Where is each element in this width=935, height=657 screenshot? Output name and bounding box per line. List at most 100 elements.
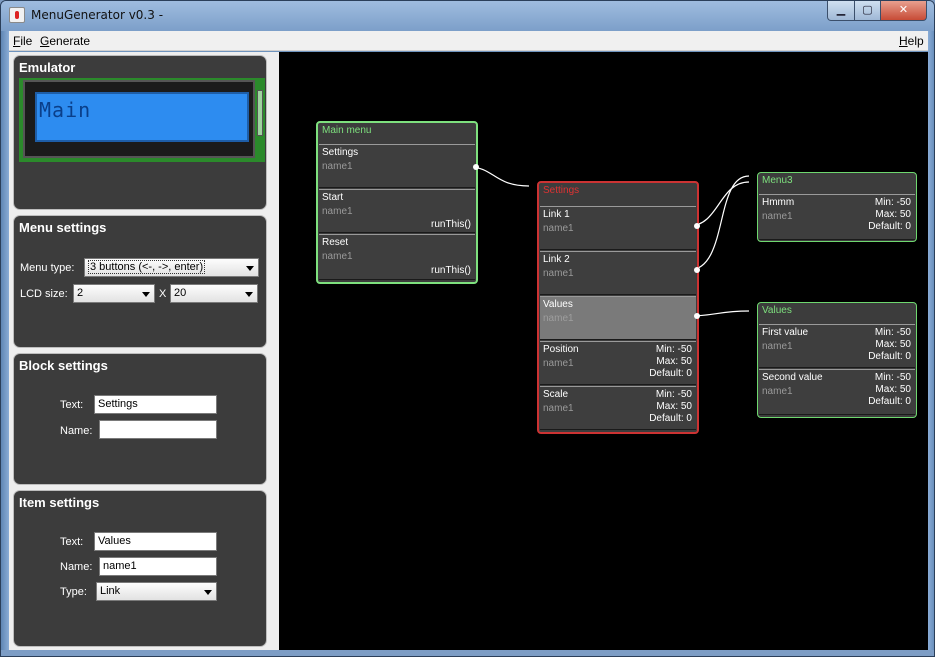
maximize-button[interactable]: ▢ xyxy=(854,1,881,21)
item-name: name1 xyxy=(762,386,793,397)
lcd-text: Main xyxy=(39,98,92,122)
block-title: Main menu xyxy=(322,125,372,136)
menu-type-label: Menu type: xyxy=(20,262,75,274)
window-title: MenuGenerator v0.3 - xyxy=(31,8,164,22)
block-text-field[interactable]: Settings xyxy=(94,395,217,414)
block-settings[interactable]: Settings Link 1 name1 Link 2 name1 Value… xyxy=(537,181,699,434)
settings-pane: Emulator Main Menu settings Menu type: 3… xyxy=(9,52,271,650)
chevron-down-icon xyxy=(246,266,254,271)
item-text: Values xyxy=(543,299,573,310)
item-type-label: Type: xyxy=(60,586,87,598)
item-settings-panel: Item settings Text: Values Name: name1 T… xyxy=(13,490,267,647)
item-text-label: Text: xyxy=(60,536,84,548)
block-settings-panel: Block settings Text: Settings Name: xyxy=(13,353,267,485)
item-text: Second value xyxy=(762,372,823,383)
item-max: Max: 50 xyxy=(875,384,911,395)
item-default: Default: 0 xyxy=(868,221,911,232)
block-text-label: Text: xyxy=(60,399,84,411)
item-text: Start xyxy=(322,192,344,203)
item-min: Min: -50 xyxy=(655,389,692,400)
block-values[interactable]: Values First value name1 Min: -50 Max: 5… xyxy=(757,302,917,418)
menu-item-reset[interactable]: Reset name1 runThis() xyxy=(319,234,475,280)
block-name-field[interactable] xyxy=(99,420,217,439)
item-default: Default: 0 xyxy=(649,413,692,424)
lcd-size-label: LCD size: xyxy=(20,288,68,300)
item-text: Position xyxy=(543,344,579,355)
item-text: Reset xyxy=(322,237,349,248)
item-name-field[interactable]: name1 xyxy=(99,557,217,576)
item-max: Max: 50 xyxy=(656,356,692,367)
lcd-cols-value: 20 xyxy=(174,287,187,299)
menu-item-position[interactable]: Position name1 Min: -50 Max: 50 Default:… xyxy=(540,341,696,385)
item-text: First value xyxy=(762,327,809,338)
item-min: Min: -50 xyxy=(874,372,911,383)
lcd-emulator: Main xyxy=(19,78,265,162)
item-name: name1 xyxy=(762,341,793,352)
item-text-field[interactable]: Values xyxy=(94,532,217,551)
emulator-title: Emulator xyxy=(19,60,76,75)
menu-graph-canvas[interactable]: Main menu Settings name1 Start name1 run… xyxy=(279,52,928,650)
menu-item-first-value[interactable]: First value name1 Min: -50 Max: 50 Defau… xyxy=(759,324,915,368)
chevron-down-icon xyxy=(204,590,212,595)
close-button[interactable]: ✕ xyxy=(880,1,927,21)
menu-item-settings[interactable]: Settings name1 xyxy=(319,144,475,188)
menu-bar: File Generate Help xyxy=(9,31,928,51)
menu-file[interactable]: File xyxy=(13,34,32,48)
block-settings-title: Block settings xyxy=(19,358,108,373)
connector-handle[interactable] xyxy=(473,164,479,170)
lcd-rows-select[interactable]: 2 xyxy=(73,284,155,303)
item-text: Hmmm xyxy=(762,197,795,208)
title-bar[interactable]: MenuGenerator v0.3 - ▁ ▢ ✕ xyxy=(1,1,934,31)
block-title: Menu3 xyxy=(762,175,793,186)
menu-item-hmmm[interactable]: Hmmm name1 Min: -50 Max: 50 Default: 0 xyxy=(759,194,915,240)
item-max: Max: 50 xyxy=(875,209,911,220)
block-main-menu[interactable]: Main menu Settings name1 Start name1 run… xyxy=(316,121,478,284)
menu-type-value: 3 buttons (<-, ->, enter) xyxy=(88,260,206,274)
menu-item-start[interactable]: Start name1 runThis() xyxy=(319,189,475,233)
menu-settings-title: Menu settings xyxy=(19,220,107,235)
connector-handle[interactable] xyxy=(694,313,700,319)
menu-item-link2[interactable]: Link 2 name1 xyxy=(540,251,696,295)
connector-handle[interactable] xyxy=(694,223,700,229)
block-title: Values xyxy=(762,305,792,316)
minimize-button[interactable]: ▁ xyxy=(827,1,855,21)
item-type-value: Link xyxy=(100,585,121,597)
lcd-rows-value: 2 xyxy=(77,287,84,299)
lcd-screen: Main xyxy=(35,92,249,142)
block-menu3[interactable]: Menu3 Hmmm name1 Min: -50 Max: 50 Defaul… xyxy=(757,172,917,242)
menu-help[interactable]: Help xyxy=(899,34,924,48)
lcd-connector xyxy=(257,90,263,136)
item-name: name1 xyxy=(762,211,793,222)
lcd-cols-select[interactable]: 20 xyxy=(170,284,258,303)
menu-item-second-value[interactable]: Second value name1 Min: -50 Max: 50 Defa… xyxy=(759,369,915,415)
item-name: name1 xyxy=(543,313,574,324)
block-name-label: Name: xyxy=(60,425,93,437)
application-window: MenuGenerator v0.3 - ▁ ▢ ✕ File Generate… xyxy=(0,0,935,657)
x-label: X xyxy=(159,288,167,300)
java-cup-icon[interactable] xyxy=(9,7,25,23)
item-text: Link 1 xyxy=(543,209,570,220)
menu-type-select[interactable]: 3 buttons (<-, ->, enter) xyxy=(84,258,259,277)
item-name: name1 xyxy=(322,206,353,217)
item-type-select[interactable]: Link xyxy=(96,582,217,601)
menu-item-link1[interactable]: Link 1 name1 xyxy=(540,206,696,250)
split-pane-divider[interactable] xyxy=(271,52,279,650)
item-action: runThis() xyxy=(430,265,471,276)
item-name: name1 xyxy=(543,268,574,279)
item-default: Default: 0 xyxy=(868,351,911,362)
item-name: name1 xyxy=(543,223,574,234)
menu-generate[interactable]: Generate xyxy=(40,34,90,48)
menu-item-scale[interactable]: Scale name1 Min: -50 Max: 50 Default: 0 xyxy=(540,386,696,430)
item-min: Min: -50 xyxy=(874,327,911,338)
item-text: Link 2 xyxy=(543,254,570,265)
item-max: Max: 50 xyxy=(656,401,692,412)
block-title: Settings xyxy=(543,185,580,196)
window-border-bottom xyxy=(1,650,934,656)
item-default: Default: 0 xyxy=(868,396,911,407)
connector-handle[interactable] xyxy=(694,267,700,273)
emulator-panel: Emulator Main xyxy=(13,55,267,210)
item-text: Settings xyxy=(322,147,359,158)
item-name-label: Name: xyxy=(60,561,93,573)
window-border-left xyxy=(1,31,9,656)
menu-item-values[interactable]: Values name1 xyxy=(540,296,696,340)
